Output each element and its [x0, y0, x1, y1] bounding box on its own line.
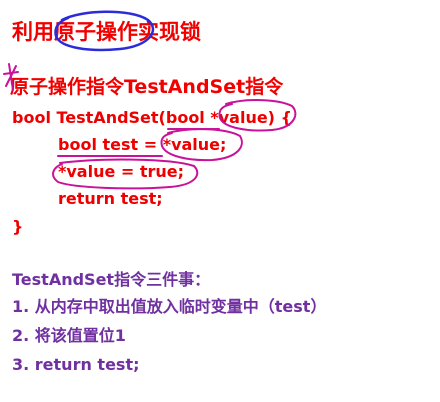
code-line: *value = true;	[58, 162, 185, 181]
code-line: bool test = *value;	[58, 135, 227, 154]
section-heading: 原子操作指令TestAndSet指令	[10, 76, 284, 98]
step-item: 3. return test;	[12, 355, 140, 374]
code-line: return test;	[58, 189, 163, 208]
step-item: 2. 将该值置位1	[12, 326, 126, 345]
slide: 利用原子操作实现锁 原子操作指令TestAndSet指令 bool TestAn…	[0, 0, 440, 402]
code-line: bool TestAndSet(bool *value) {	[12, 108, 292, 127]
steps-heading: TestAndSet指令三件事：	[12, 270, 211, 289]
slide-title: 利用原子操作实现锁	[12, 20, 201, 44]
code-line: }	[12, 217, 24, 236]
step-item: 1. 从内存中取出值放入临时变量中（test）	[12, 297, 327, 316]
